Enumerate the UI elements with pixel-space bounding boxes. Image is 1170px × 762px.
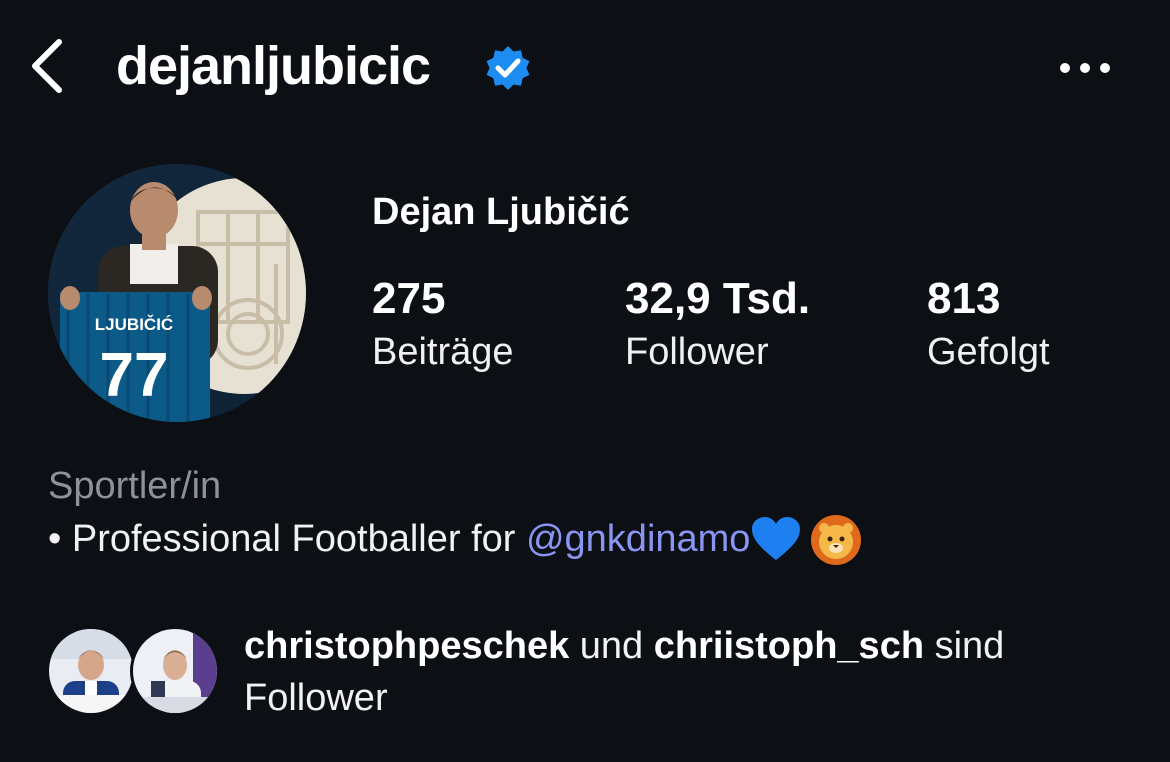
lion-face-icon: [810, 514, 862, 568]
stat-posts[interactable]: 275 Beiträge: [372, 272, 514, 378]
chevron-left-icon: [32, 39, 62, 93]
profile-avatar[interactable]: LJUBIČIĆ 77: [48, 164, 306, 422]
followed-by-user-2[interactable]: chriistoph_sch: [654, 625, 924, 667]
followed-by-suffix-line2: Follower: [244, 677, 388, 719]
followed-by-user-1[interactable]: christophpeschek: [244, 625, 569, 667]
stat-posts-label: Beiträge: [372, 331, 514, 373]
avatar-jersey-name: LJUBIČIĆ: [95, 315, 173, 334]
profile-username: dejanljubicic: [116, 36, 431, 96]
stat-followers-label: Follower: [625, 331, 769, 373]
verified-badge-icon: [484, 44, 532, 92]
bio-mention-link[interactable]: @gnkdinamo: [526, 518, 750, 560]
profile-display-name: Dejan Ljubičić: [372, 191, 630, 233]
stat-followers[interactable]: 32,9 Tsd. Follower: [625, 272, 810, 378]
stat-posts-value: 275: [372, 274, 446, 323]
stat-followers-value: 32,9 Tsd.: [625, 274, 811, 323]
avatar-jersey-number: 77: [100, 341, 169, 410]
back-button[interactable]: [22, 34, 72, 98]
profile-bio: • Professional Footballer for @gnkdinamo: [48, 514, 862, 568]
stat-following-label: Gefolgt: [927, 331, 1050, 373]
bio-text: • Professional Footballer for: [48, 518, 526, 561]
follower-avatar-2[interactable]: [130, 626, 220, 716]
profile-category: Sportler/in: [48, 465, 222, 507]
more-horizontal-icon: [1060, 63, 1110, 73]
stat-following[interactable]: 813 Gefolgt: [927, 272, 1050, 378]
more-options-button[interactable]: [1056, 48, 1114, 88]
followed-by-text[interactable]: christophpeschek und chriistoph_sch sind…: [244, 620, 1144, 724]
followed-by-connector: und: [569, 625, 654, 667]
stat-following-value: 813: [927, 274, 1001, 323]
followed-by-suffix: sind: [924, 625, 1005, 667]
follower-avatar-1[interactable]: [46, 626, 136, 716]
blue-heart-icon: [750, 516, 802, 566]
